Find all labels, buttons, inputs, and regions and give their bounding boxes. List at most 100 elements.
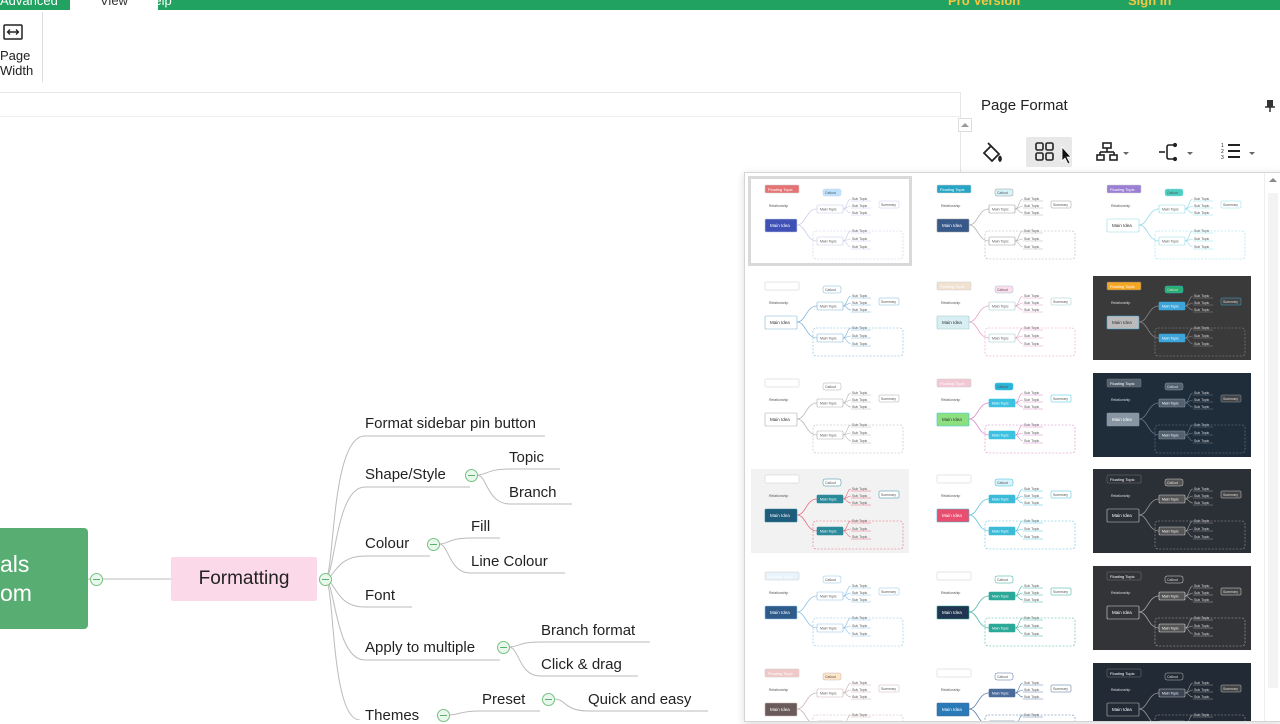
svg-text:Relationship: Relationship	[1111, 494, 1130, 498]
subtopic-themes[interactable]: Themes	[365, 707, 419, 724]
svg-text:Relationship: Relationship	[769, 688, 788, 692]
theme-option[interactable]: Floating Topic Relationship Main Idea Main …	[923, 469, 1081, 553]
svg-text:Relationship: Relationship	[1111, 398, 1130, 402]
theme-option[interactable]: Floating Topic Relationship Main Idea Main …	[1093, 566, 1251, 650]
theme-preview: Floating Topic Relationship Main Idea Main …	[751, 469, 909, 553]
theme-option[interactable]: Floating Topic Relationship Main Idea Main …	[1093, 373, 1251, 457]
main-topic-mark	[817, 720, 843, 721]
collapse-toggle-formatting[interactable]	[319, 573, 332, 586]
svg-text:Main Topic: Main Topic	[820, 337, 837, 341]
theme-option[interactable]: Floating Topic Relationship Main Idea Main …	[1093, 276, 1251, 360]
svg-text:Sub Topic: Sub Topic	[1024, 301, 1040, 305]
subtopic-preset[interactable]: Preset	[482, 691, 525, 708]
svg-text:Main Idea: Main Idea	[1112, 610, 1132, 615]
theme-option[interactable]: Floating Topic Relationship Main Idea Main …	[748, 176, 912, 266]
subtopic-format-sidebar-pin[interactable]: Format sidebar pin button	[365, 415, 536, 432]
svg-text:Main Topic: Main Topic	[992, 402, 1009, 406]
theme-option[interactable]: Floating Topic Relationship Main Idea Main …	[923, 179, 1081, 263]
subtopic-font[interactable]: Font	[365, 587, 395, 604]
svg-text:Callout: Callout	[1167, 578, 1178, 582]
theme-gallery-popup: Floating Topic Relationship Main Idea Main …	[744, 172, 1280, 722]
theme-option[interactable]: Floating Topic Relationship Main Idea Main …	[1093, 179, 1251, 263]
svg-text:Relationship: Relationship	[769, 301, 788, 305]
subtopic-click-drag[interactable]: Click & drag	[541, 656, 622, 673]
svg-text:Sub Topic: Sub Topic	[1024, 624, 1040, 628]
theme-option[interactable]: Floating Topic Relationship Main Idea Main …	[1093, 663, 1251, 721]
svg-text:Floating Topic: Floating Topic	[768, 381, 793, 386]
svg-text:Summary: Summary	[1053, 687, 1068, 691]
svg-text:Sub Topic: Sub Topic	[1194, 398, 1210, 402]
svg-text:Floating Topic: Floating Topic	[1110, 574, 1135, 579]
collapse-toggle-colour[interactable]	[427, 538, 440, 551]
svg-text:Floating Topic: Floating Topic	[768, 284, 793, 289]
svg-text:Sub Topic: Sub Topic	[1024, 487, 1040, 491]
subtopic-quick-easy[interactable]: Quick and easy	[588, 691, 691, 708]
theme-option[interactable]: Floating Topic Relationship Main Idea Main …	[751, 276, 909, 360]
pin-icon[interactable]	[1265, 99, 1275, 113]
subtopic-shape-style[interactable]: Shape/Style	[365, 466, 446, 483]
theme-option[interactable]: Floating Topic Relationship Main Idea Main …	[923, 276, 1081, 360]
sidebar-scroll-up-icon[interactable]	[958, 118, 972, 132]
svg-text:Relationship: Relationship	[769, 494, 788, 498]
svg-text:Sub Topic: Sub Topic	[852, 598, 868, 602]
subtopic-branch-format[interactable]: Branch format	[541, 622, 635, 639]
svg-text:Main Idea: Main Idea	[770, 320, 790, 325]
subtopic-topic[interactable]: Topic	[509, 449, 544, 466]
subtopic-line-colour[interactable]: Line Colour	[471, 553, 548, 570]
theme-gallery-scrollbar[interactable]	[1264, 173, 1280, 721]
collapse-toggle-apply[interactable]	[497, 641, 510, 654]
theme-preview: Floating Topic Relationship Main Idea Main …	[1093, 663, 1251, 721]
theme-option[interactable]: Floating Topic Relationship Main Idea Main …	[751, 373, 909, 457]
collapse-toggle-preset[interactable]	[542, 693, 555, 706]
theme-option[interactable]: Floating Topic Relationship Main Idea Main …	[923, 373, 1081, 457]
theme-option[interactable]: Floating Topic Relationship Main Idea Main …	[751, 663, 909, 722]
svg-text:Floating Topic: Floating Topic	[940, 671, 965, 676]
svg-text:Callout: Callout	[997, 288, 1008, 292]
collapse-toggle-themes[interactable]	[437, 709, 450, 722]
svg-text:Sub Topic: Sub Topic	[1024, 527, 1040, 531]
svg-text:Sub Topic: Sub Topic	[1024, 294, 1040, 298]
main-topic-text-1: als	[0, 551, 30, 577]
svg-text:Main Topic: Main Topic	[820, 434, 837, 438]
svg-text:Main Topic: Main Topic	[992, 240, 1009, 244]
theme-option[interactable]: Floating Topic Relationship Main Idea Main …	[1093, 469, 1251, 553]
formatting-topic-node[interactable]: Formatting	[171, 557, 317, 601]
paint-bucket-button[interactable]	[974, 137, 1010, 167]
svg-text:Relationship: Relationship	[1111, 204, 1130, 208]
svg-text:Sub Topic: Sub Topic	[852, 527, 868, 531]
gallery-scroll-up-icon[interactable]	[1265, 173, 1280, 187]
theme-option[interactable]: Floating Topic Relationship Main Idea Main …	[923, 663, 1081, 721]
subtopic-fill[interactable]: Fill	[471, 518, 490, 535]
sign-in-link[interactable]: Sign In	[1128, 0, 1171, 10]
svg-text:Sub Topic: Sub Topic	[1194, 598, 1210, 602]
theme-option[interactable]: Floating Topic Relationship Main Idea Main …	[751, 566, 909, 650]
theme-option[interactable]: Floating Topic Relationship Main Idea Main …	[923, 566, 1081, 650]
svg-text:Main Idea: Main Idea	[1112, 223, 1132, 228]
svg-text:Relationship: Relationship	[941, 591, 960, 595]
svg-text:Main Topic: Main Topic	[820, 305, 837, 309]
collapse-toggle-main[interactable]	[90, 573, 103, 586]
svg-text:Floating Topic: Floating Topic	[1110, 477, 1135, 482]
svg-text:Main Topic: Main Topic	[992, 530, 1009, 534]
svg-text:Sub Topic: Sub Topic	[852, 721, 868, 722]
svg-text:Sub Topic: Sub Topic	[1024, 688, 1040, 692]
collapse-toggle-shape[interactable]	[465, 469, 478, 482]
svg-text:Main Idea: Main Idea	[942, 417, 962, 422]
svg-text:Main Topic: Main Topic	[1162, 627, 1179, 631]
subtopic-apply-multiple[interactable]: Apply to multiple	[365, 639, 475, 656]
numbering-button[interactable]: 123	[1216, 137, 1260, 167]
svg-text:Main Idea: Main Idea	[770, 513, 790, 518]
subtopic-branch[interactable]: Branch	[509, 484, 557, 501]
svg-text:Main Topic: Main Topic	[992, 692, 1009, 696]
svg-text:Sub Topic: Sub Topic	[852, 391, 868, 395]
org-layout-button[interactable]	[1092, 137, 1136, 167]
main-topic-node[interactable]: als om	[0, 528, 88, 629]
branch-connector-button[interactable]	[1155, 137, 1199, 167]
svg-text:Relationship: Relationship	[1111, 301, 1130, 305]
subtopic-colour[interactable]: Colour	[365, 535, 409, 552]
svg-text:Sub Topic: Sub Topic	[1024, 308, 1040, 312]
theme-grid-button[interactable]	[1026, 137, 1072, 167]
theme-option[interactable]: Floating Topic Relationship Main Idea Main …	[751, 469, 909, 553]
gallery-scroll-thumb[interactable]	[1268, 193, 1278, 688]
pro-version-link[interactable]: Pro Version	[948, 0, 1020, 10]
